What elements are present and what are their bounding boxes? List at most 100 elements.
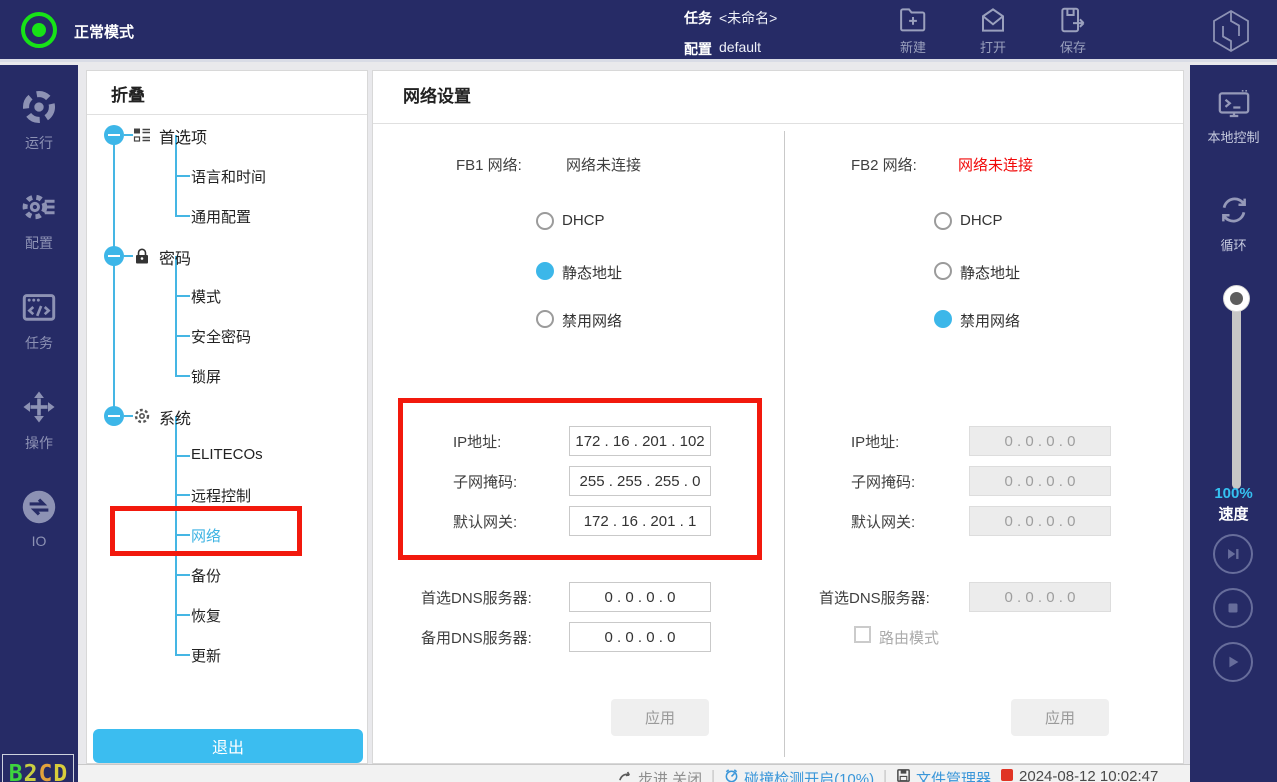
collapse-node-icon[interactable]: [104, 246, 124, 266]
file-manager-link[interactable]: 文件管理器: [896, 768, 991, 782]
tree-line: [175, 175, 190, 177]
tree-line: [175, 375, 190, 377]
fb2-radio-static-label[interactable]: 静态地址: [960, 262, 1020, 283]
play-button[interactable]: [1213, 642, 1253, 682]
speed-slider-track[interactable]: [1232, 293, 1241, 489]
sidebar-item-task[interactable]: 任务: [0, 289, 78, 353]
captcha-code: B 2 C D: [2, 754, 74, 782]
fb1-mask-field[interactable]: 255 . 255 . 255 . 0: [569, 466, 711, 496]
move-arrows-icon: [21, 389, 57, 425]
fb1-dns1-field[interactable]: 0 . 0 . 0 . 0: [569, 582, 711, 612]
speed-slider-handle[interactable]: [1223, 285, 1250, 312]
sidebar-item-config[interactable]: 配置: [0, 189, 78, 253]
tree-line: [124, 134, 133, 136]
new-button[interactable]: 新建: [881, 5, 945, 59]
fb2-radio-dhcp[interactable]: [934, 212, 952, 230]
step-status-toggle[interactable]: 步进 关闭: [618, 768, 702, 782]
fb1-radio-disable-label[interactable]: 禁用网络: [562, 310, 622, 331]
fb1-radio-disable[interactable]: [536, 310, 554, 328]
config-label: 配置: [684, 39, 712, 59]
tree-item-remote-control[interactable]: 远程控制: [191, 485, 251, 506]
new-file-icon: [898, 5, 928, 35]
fb2-radio-dhcp-label[interactable]: DHCP: [960, 212, 1003, 229]
tree-item-update[interactable]: 更新: [191, 645, 221, 666]
code-window-icon: [21, 289, 57, 325]
network-settings-panel: 网络设置 FB1 网络: 网络未连接 DHCP 静态地址 禁用网络 IP地址: …: [372, 70, 1184, 764]
fb2-ip-label: IP地址:: [851, 431, 899, 452]
sidebar-item-operate[interactable]: 操作: [0, 389, 78, 453]
left-sidebar: 运行 配置 任务 操作: [0, 65, 78, 782]
tree-group-preferences[interactable]: 首选项: [159, 124, 207, 148]
collapse-node-icon[interactable]: [104, 406, 124, 426]
step-status-label: 步进 关闭: [638, 768, 702, 782]
divider: [87, 114, 367, 115]
fb1-radio-static[interactable]: [536, 262, 554, 280]
save-button[interactable]: 保存: [1041, 5, 1105, 59]
collapse-node-icon[interactable]: [104, 125, 124, 145]
tree-item-restore[interactable]: 恢复: [191, 605, 221, 626]
tree-item-mode[interactable]: 模式: [191, 286, 221, 307]
tree-item-backup[interactable]: 备份: [191, 565, 221, 586]
sidebar-item-label: 操作: [0, 433, 78, 453]
fb2-radio-disable-label[interactable]: 禁用网络: [960, 310, 1020, 331]
tree-line: [175, 614, 190, 616]
tree-group-password[interactable]: 密码: [159, 245, 191, 269]
collision-detect-icon: [724, 768, 739, 782]
fb2-radio-static[interactable]: [934, 262, 952, 280]
status-light-icon: [21, 12, 57, 48]
fb2-radio-disable[interactable]: [934, 310, 952, 328]
tree-item-general-config[interactable]: 通用配置: [191, 206, 251, 227]
fb2-network-status: 网络未连接: [958, 154, 1033, 175]
loop-button[interactable]: 循环: [1190, 193, 1277, 254]
stop-button[interactable]: [1213, 588, 1253, 628]
sidebar-item-io[interactable]: IO: [0, 489, 78, 549]
tree-item-security-password[interactable]: 安全密码: [191, 326, 251, 347]
file-manager-label: 文件管理器: [916, 768, 991, 782]
step-forward-icon: [1224, 545, 1242, 563]
tree-line: [175, 494, 190, 496]
mode-label: 正常模式: [74, 21, 134, 42]
step-status-icon: [618, 768, 633, 782]
play-icon: [1224, 653, 1242, 671]
loop-label: 循环: [1190, 235, 1277, 254]
fb1-mask-label: 子网掩码:: [453, 471, 517, 492]
fb1-gateway-field[interactable]: 172 . 16 . 201 . 1: [569, 506, 711, 536]
fb2-gateway-label: 默认网关:: [851, 511, 915, 532]
fb2-network-label: FB2 网络:: [851, 154, 917, 175]
fb1-apply-button[interactable]: 应用: [611, 699, 709, 736]
speed-label: 速度: [1190, 503, 1277, 524]
fb1-dns1-label: 首选DNS服务器:: [421, 587, 532, 608]
open-button[interactable]: 打开: [961, 5, 1025, 59]
captcha-char: C: [39, 761, 53, 782]
tree-line: [113, 135, 115, 416]
sidebar-item-label: 运行: [0, 133, 78, 153]
statusbar-row: 步进 关闭 | 碰撞检测开启(10%) | 文件管理器: [618, 768, 1158, 782]
tree-item-elitecos[interactable]: ELITECOs: [191, 446, 263, 463]
exit-button[interactable]: 退出: [93, 729, 363, 763]
tree-group-system[interactable]: 系统: [159, 405, 191, 429]
tree-item-lock-screen[interactable]: 锁屏: [191, 366, 221, 387]
task-label: 任务: [684, 8, 712, 28]
step-forward-button[interactable]: [1213, 534, 1253, 574]
local-control-button[interactable]: 本地控制: [1190, 89, 1277, 146]
separator: |: [883, 768, 887, 782]
captcha-char: D: [53, 761, 67, 782]
fb1-network-label: FB1 网络:: [456, 154, 522, 175]
tree-panel-title: 折叠: [111, 81, 145, 106]
fb2-route-mode-label: 路由模式: [879, 627, 939, 648]
fb1-radio-dhcp[interactable]: [536, 212, 554, 230]
tree-line: [124, 415, 133, 417]
tree-item-network[interactable]: 网络: [191, 525, 221, 546]
open-button-label: 打开: [961, 37, 1025, 56]
fb1-dns2-field[interactable]: 0 . 0 . 0 . 0: [569, 622, 711, 652]
fb1-radio-static-label[interactable]: 静态地址: [562, 262, 622, 283]
app-root: 正常模式 任务 <未命名> 配置 default 新建 打开 保存: [0, 0, 1277, 782]
run-icon: [21, 89, 57, 125]
fb1-radio-dhcp-label[interactable]: DHCP: [562, 212, 605, 229]
sidebar-item-run[interactable]: 运行: [0, 89, 78, 153]
fb2-apply-button[interactable]: 应用: [1011, 699, 1109, 736]
collision-detect-toggle[interactable]: 碰撞检测开启(10%): [724, 768, 874, 782]
fb1-network-status: 网络未连接: [566, 154, 641, 175]
tree-item-language-time[interactable]: 语言和时间: [191, 166, 266, 187]
fb1-ip-field[interactable]: 172 . 16 . 201 . 102: [569, 426, 711, 456]
